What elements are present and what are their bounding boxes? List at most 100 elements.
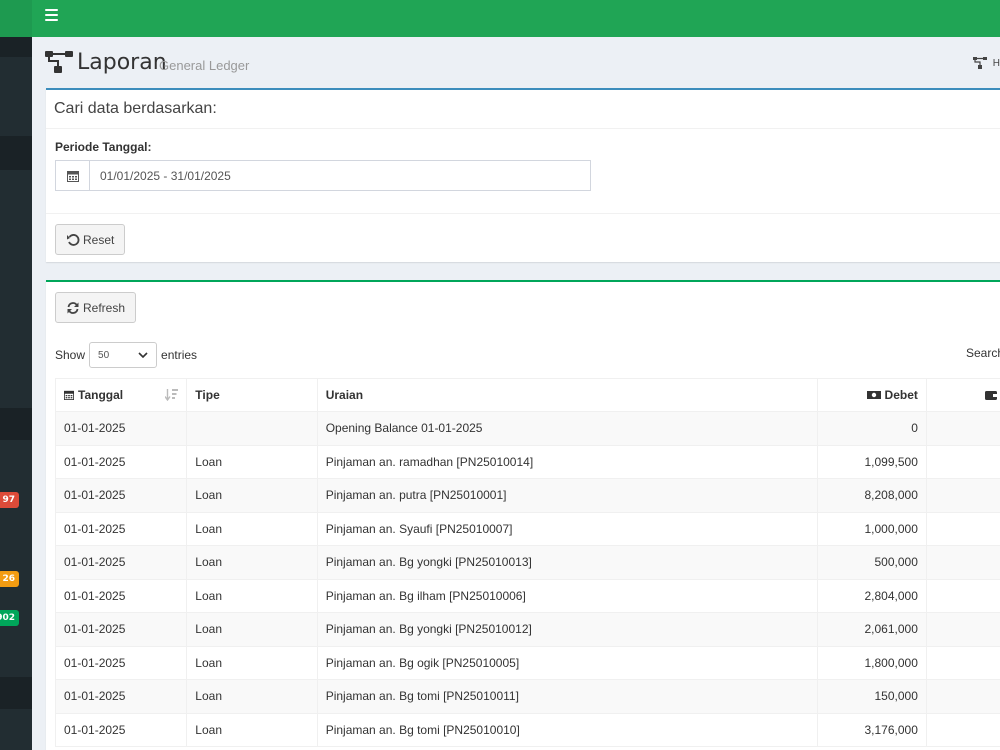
calendar-icon [64, 390, 74, 400]
cell-kredit [925, 478, 1000, 513]
content-header: Laporan General Ledger H [32, 37, 1000, 89]
cell-tanggal: 01-01-2025 [54, 712, 188, 747]
divider [46, 213, 1000, 214]
cell-kredit [925, 511, 1000, 546]
filter-box: Cari data berdasarkan: Periode Tanggal: … [46, 88, 1000, 262]
col-header-debet-label: Debet [884, 388, 918, 402]
undo-icon [67, 233, 80, 246]
sidebar-badge-orange: 26 [0, 571, 19, 587]
top-navbar [32, 0, 1000, 37]
cell-uraian: Pinjaman an. Bg ilham [PN25010006] [316, 578, 818, 613]
sidebar-menu-header [0, 408, 32, 440]
ledger-table: Tanggal Tipe Uraian Debet 01-01-2025 Ope… [54, 378, 1000, 747]
sitemap-icon [45, 51, 73, 73]
breadcrumb[interactable]: H [972, 57, 1000, 69]
search-label: Search [966, 346, 1000, 360]
cell-tanggal: 01-01-2025 [54, 612, 188, 647]
col-header-kredit[interactable] [925, 378, 1000, 412]
entries-select[interactable]: 50 [89, 342, 158, 368]
cell-debet: 0 [816, 411, 927, 446]
cell-uraian: Opening Balance 01-01-2025 [316, 411, 818, 446]
cell-kredit [925, 612, 1000, 647]
cell-tanggal: 01-01-2025 [54, 545, 188, 580]
cell-debet: 1,800,000 [816, 645, 927, 680]
cell-kredit [925, 645, 1000, 680]
cell-uraian: Pinjaman an. Bg yongki [PN25010013] [316, 545, 818, 580]
page-subtitle: General Ledger [159, 58, 250, 73]
table-row: 01-01-2025 Loan Pinjaman an. Bg yongki [PN… [54, 612, 1000, 647]
table-row: 01-01-2025 Opening Balance 01-01-2025 0 [54, 411, 1000, 446]
cell-uraian: Pinjaman an. Syaufi [PN25010007] [316, 511, 818, 546]
cell-tipe: Loan [186, 612, 318, 647]
cell-tanggal: 01-01-2025 [54, 411, 188, 446]
calendar-icon[interactable] [56, 161, 90, 190]
ledger-table-body: 01-01-2025 Opening Balance 01-01-2025 0 01-… [54, 411, 1000, 747]
cell-tipe: Loan [186, 511, 318, 546]
money-icon [866, 391, 881, 399]
cell-debet: 3,176,000 [816, 712, 927, 747]
cell-uraian: Pinjaman an. Bg yongki [PN25010012] [316, 612, 818, 647]
cell-tipe: Loan [186, 712, 318, 747]
refresh-button-label: Refresh [83, 300, 126, 315]
table-row: 01-01-2025 Loan Pinjaman an. Bg ilham [PN2… [54, 578, 1000, 613]
col-header-tanggal[interactable]: Tanggal [54, 378, 188, 412]
cell-uraian: Pinjaman an. putra [PN25010001] [316, 478, 818, 513]
cell-kredit [925, 444, 1000, 479]
refresh-button[interactable]: Refresh [55, 292, 137, 323]
cell-tipe: Loan [186, 645, 318, 680]
cell-debet: 500,000 [816, 545, 927, 580]
table-row: 01-01-2025 Loan Pinjaman an. Bg tomi [PN25… [54, 679, 1000, 714]
cell-tipe: Loan [186, 578, 318, 613]
cell-debet: 8,208,000 [816, 478, 927, 513]
divider [46, 128, 1000, 129]
cell-kredit [925, 578, 1000, 613]
col-header-tanggal-label: Tanggal [78, 388, 124, 402]
cell-debet: 2,061,000 [816, 612, 927, 647]
cell-kredit [925, 411, 1000, 446]
table-row: 01-01-2025 Loan Pinjaman an. Bg yongki [PN… [54, 545, 1000, 580]
entries-select-value: 50 [98, 349, 110, 361]
cell-kredit [925, 679, 1000, 714]
cell-debet: 1,000,000 [816, 511, 927, 546]
table-header-row: Tanggal Tipe Uraian Debet [54, 378, 1000, 412]
cell-tanggal: 01-01-2025 [54, 645, 188, 680]
col-header-uraian[interactable]: Uraian [316, 378, 818, 412]
sidebar-toggle-icon[interactable] [45, 9, 58, 21]
period-date-range-input[interactable] [90, 161, 590, 190]
cell-debet: 2,804,000 [816, 578, 927, 613]
cell-uraian: Pinjaman an. Bg tomi [PN25010011] [316, 679, 818, 714]
sidebar-menu-header [0, 136, 32, 170]
table-row: 01-01-2025 Loan Pinjaman an. Syaufi [PN250… [54, 511, 1000, 546]
sidebar-badge-green: 902 [0, 610, 19, 626]
table-row: 01-01-2025 Loan Pinjaman an. ramadhan [PN2… [54, 444, 1000, 479]
entries-label: entries [161, 348, 198, 362]
cell-tanggal: 01-01-2025 [54, 444, 188, 479]
cell-tipe: Loan [186, 478, 318, 513]
reset-button[interactable]: Reset [55, 224, 126, 255]
table-row: 01-01-2025 Loan Pinjaman an. putra [PN2501… [54, 478, 1000, 513]
cell-tanggal: 01-01-2025 [54, 478, 188, 513]
sidebar-menu-header [0, 677, 32, 709]
sort-descending-icon[interactable] [165, 389, 179, 401]
cell-kredit [925, 712, 1000, 747]
show-label: Show [55, 348, 86, 362]
sidebar-logo[interactable] [0, 0, 32, 37]
sidebar: 97 26 902 [0, 0, 32, 750]
cell-tanggal: 01-01-2025 [54, 679, 188, 714]
cell-uraian: Pinjaman an. Bg tomi [PN25010010] [316, 712, 818, 747]
page-title: Laporan [77, 50, 167, 75]
chevron-down-icon [138, 352, 148, 358]
cell-debet: 1,099,500 [816, 444, 927, 479]
sidebar-badge-red: 97 [0, 492, 19, 508]
ledger-box: Refresh Show 50 entries Search [46, 280, 1000, 750]
cell-tanggal: 01-01-2025 [54, 511, 188, 546]
col-header-tipe[interactable]: Tipe [186, 378, 318, 412]
breadcrumb-home-link[interactable]: H [993, 58, 1000, 69]
cell-tipe: Loan [186, 679, 318, 714]
filter-box-title: Cari data berdasarkan: [54, 100, 217, 117]
period-label: Periode Tanggal: [55, 140, 152, 154]
cell-tipe: Loan [186, 444, 318, 479]
cell-tipe [186, 411, 318, 446]
col-header-debet[interactable]: Debet [816, 378, 927, 412]
refresh-icon [67, 301, 79, 314]
